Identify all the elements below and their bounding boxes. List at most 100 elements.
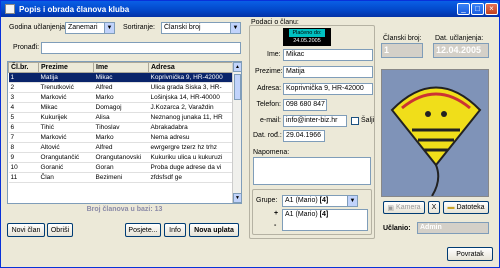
phone-field[interactable]: 098 680 847 (283, 99, 327, 111)
table-cell: 11 (8, 172, 39, 183)
visits-button[interactable]: Posjete... (125, 223, 161, 237)
scroll-thumb[interactable] (234, 74, 241, 100)
remove-photo-button[interactable]: X (428, 201, 440, 214)
phone-label: Telefon: (256, 101, 281, 108)
column-header[interactable]: Adresa (148, 62, 234, 73)
table-cell: Alisa (93, 112, 149, 123)
sort-value: Članski broj (164, 24, 201, 31)
window-title: Popis i obrada članova kluba (19, 4, 130, 14)
scroll-down-icon[interactable]: ▼ (233, 193, 241, 203)
vertical-scrollbar[interactable]: ▲ ▼ (232, 62, 241, 203)
table-cell: 3 (8, 92, 39, 103)
name-field[interactable]: Mikac (283, 49, 373, 61)
table-row[interactable]: 11 Član Bezimeni zfdsfsdf ge (8, 172, 234, 183)
address-label: Adresa: (257, 85, 282, 92)
table-cell: 10 (8, 162, 39, 173)
birth-date-field[interactable]: 29.04.1966 (283, 130, 325, 142)
table-row[interactable]: 8 Altović Alfred ewrgergre tzerz hz trhz (8, 142, 234, 153)
email-field[interactable]: info@inter-biz.hr (283, 115, 347, 127)
table-cell: Lošinjska 14, HR-40000 (148, 92, 234, 103)
table-cell: Član (38, 172, 94, 183)
table-cell: Marko (93, 132, 149, 143)
table-cell: Orangutančić (38, 152, 94, 163)
registered-by-label: Učlanio: (383, 225, 411, 232)
find-label: Pronađi: (13, 44, 40, 51)
kite-image-icon (382, 70, 488, 196)
table-cell: Alfred (93, 82, 149, 93)
close-window-button[interactable]: × (485, 3, 498, 15)
table-row[interactable]: 5 Kukurijek Alisa Neznanog junaka 11, HR (8, 112, 234, 123)
table-cell: 8 (8, 142, 39, 153)
surname-field[interactable]: Matija (283, 66, 373, 78)
join-date-label: Dat. učlanjenja: (435, 35, 484, 42)
table-cell: ewrgergre tzerz hz trhz (148, 142, 234, 153)
table-cell: 6 (8, 122, 39, 133)
paid-until-label: Plaćeno do: (289, 29, 325, 37)
groups-list[interactable]: A1 (Mario) [4] (282, 209, 368, 231)
sort-label: Sortiranje: (123, 24, 155, 31)
new-payment-button[interactable]: Nova uplata (189, 223, 239, 237)
table-cell: Tihoslav (93, 122, 149, 133)
delete-button[interactable]: Obriši (47, 223, 73, 237)
table-row[interactable]: 9 Orangutančić Orangutanovski Kukuriku ulic… (8, 152, 234, 163)
camera-button[interactable]: ▣ Kamera (383, 201, 425, 214)
file-label: Datoteka (456, 204, 485, 211)
table-cell: Goran (93, 162, 149, 173)
minimize-button[interactable]: _ (457, 3, 470, 15)
note-textarea[interactable] (253, 157, 371, 185)
group-list-item[interactable]: A1 (Mario) (285, 211, 318, 218)
table-cell: Altović (38, 142, 94, 153)
table-cell: Kukuriku ulica u kukuruzi (148, 152, 234, 163)
back-button[interactable]: Povratak (447, 247, 493, 261)
column-header[interactable]: Ime (93, 62, 149, 73)
table-row[interactable]: 3 Marković Marko Lošinjska 14, HR-40000 (8, 92, 234, 103)
remove-group-button[interactable]: - (274, 222, 276, 229)
table-cell: Ulica grada Siska 3, HR- (148, 82, 234, 93)
table-row[interactable]: 10 Goranić Goran Proba duge adrese da vi (8, 162, 234, 173)
column-header[interactable]: Čl.br. (8, 62, 39, 73)
table-cell: 1 (8, 72, 39, 83)
table-cell: Bezimeni (93, 172, 149, 183)
table-cell: Neznanog junaka 11, HR (148, 112, 234, 123)
table-cell: Domagoj (93, 102, 149, 113)
membership-year-select[interactable]: Zanemari ▼ (65, 22, 115, 34)
surname-label: Prezime: (255, 68, 283, 75)
maximize-button[interactable]: □ (471, 3, 484, 15)
title-bar: Popis i obrada članova kluba (1, 1, 499, 17)
paid-until-box: Plaćeno do: 24.05.2005 (283, 28, 331, 46)
column-header[interactable]: Prezime (38, 62, 94, 73)
table-cell: Marković (38, 132, 94, 143)
email-label: e-mail: (259, 117, 281, 124)
sort-select[interactable]: Članski broj ▼ (161, 22, 241, 34)
scroll-up-icon[interactable]: ▲ (233, 62, 241, 72)
table-row[interactable]: 2 Trenutković Alfred Ulica grada Siska 3, H… (8, 82, 234, 93)
send-email-label: Šalji (361, 117, 375, 124)
address-field[interactable]: Koprivnička 9, HR-42000 (283, 83, 373, 95)
member-number-field: 1 (381, 43, 423, 58)
table-cell: Abrakadabra (148, 122, 234, 133)
main-window: Popis i obrada članova kluba _ □ × Godin… (0, 0, 500, 268)
table-cell: Nema adresu (148, 132, 234, 143)
table-row[interactable]: 7 Marković Marko Nema adresu (8, 132, 234, 143)
add-group-button[interactable]: + (274, 210, 278, 217)
table-row[interactable]: 1 Matija Mikac Koprivnička 9, HR-42000 (8, 72, 234, 83)
birth-date-label: Dat. rođ.: (253, 132, 282, 139)
name-label: Ime: (267, 51, 281, 58)
info-button[interactable]: Info (164, 223, 186, 237)
table-row[interactable]: 6 Tihić Tihoslav Abrakadabra (8, 122, 234, 133)
send-email-checkbox[interactable] (351, 117, 359, 125)
groups-select-count: [4] (319, 197, 329, 204)
note-label: Napomena: (253, 149, 290, 156)
table-cell: 2 (8, 82, 39, 93)
new-member-button[interactable]: Novi član (7, 223, 45, 237)
member-photo (381, 69, 489, 197)
find-input[interactable] (41, 42, 241, 54)
groups-select[interactable]: A1 (Mario) [4] ▼ (282, 195, 358, 207)
join-date-field: 12.04.2005 (433, 43, 489, 58)
file-button[interactable]: ▬ Datoteka (443, 201, 489, 214)
groups-label: Grupe: (256, 197, 278, 204)
table-row[interactable]: 4 Mikac Domagoj J.Kozarca 2, Varaždin (8, 102, 234, 113)
table-cell: Matija (38, 72, 94, 83)
table-cell: Proba duge adrese da vi (148, 162, 234, 173)
table-cell: Marko (93, 92, 149, 103)
